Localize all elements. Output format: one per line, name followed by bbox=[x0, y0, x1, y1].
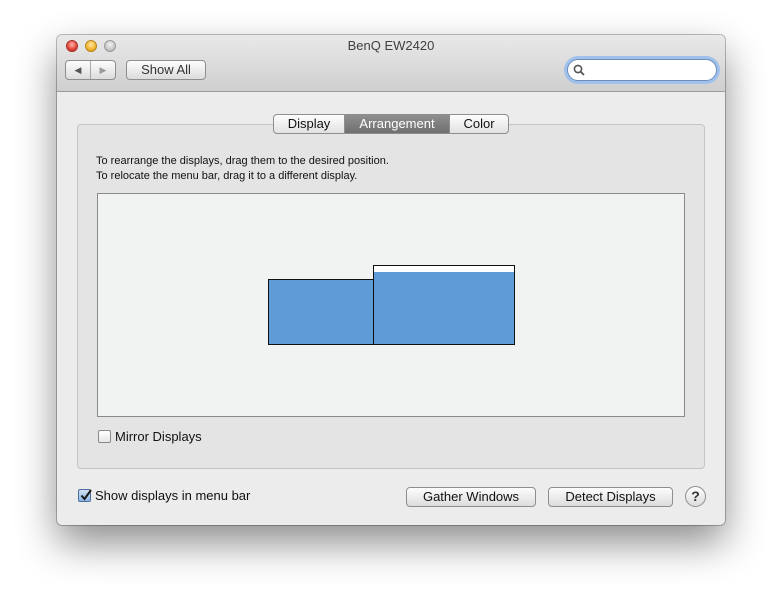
help-icon: ? bbox=[691, 488, 700, 504]
show-all-button[interactable]: Show All bbox=[126, 60, 206, 80]
show-in-menu-bar-checkbox[interactable] bbox=[78, 489, 92, 502]
window-title: BenQ EW2420 bbox=[347, 38, 435, 53]
instructions: To rearrange the displays, drag them to … bbox=[96, 154, 389, 184]
show-in-menu-bar-label: Show displays in menu bar bbox=[95, 488, 251, 503]
menu-bar-handle[interactable] bbox=[373, 265, 515, 272]
help-button[interactable]: ? bbox=[685, 486, 706, 507]
gather-windows-button[interactable]: Gather Windows bbox=[406, 487, 536, 507]
search-icon bbox=[573, 64, 585, 76]
forward-button[interactable]: ▶ bbox=[90, 61, 115, 79]
tab-display[interactable]: Display bbox=[274, 115, 344, 133]
checkmark-icon bbox=[80, 489, 92, 501]
detect-displays-button[interactable]: Detect Displays bbox=[548, 487, 673, 507]
preferences-window: BenQ EW2420 ◀ ▶ Show All Display Arrange… bbox=[57, 35, 725, 525]
tab-arrangement[interactable]: Arrangement bbox=[344, 115, 449, 133]
main-display[interactable] bbox=[373, 271, 515, 345]
search-field[interactable] bbox=[567, 59, 717, 81]
display-arrangement-area bbox=[97, 193, 685, 417]
back-forward-control: ◀ ▶ bbox=[65, 60, 116, 80]
title-bar[interactable]: BenQ EW2420 ◀ ▶ Show All bbox=[57, 35, 725, 92]
tab-color[interactable]: Color bbox=[449, 115, 508, 133]
secondary-display[interactable] bbox=[268, 279, 374, 345]
back-button[interactable]: ◀ bbox=[66, 61, 90, 79]
instruction-line-2: To relocate the menu bar, drag it to a d… bbox=[96, 170, 358, 182]
tab-bar: Display Arrangement Color bbox=[273, 114, 509, 134]
instruction-line-1: To rearrange the displays, drag them to … bbox=[96, 155, 389, 167]
mirror-displays-label: Mirror Displays bbox=[115, 429, 202, 444]
mirror-displays-checkbox[interactable] bbox=[98, 430, 111, 443]
